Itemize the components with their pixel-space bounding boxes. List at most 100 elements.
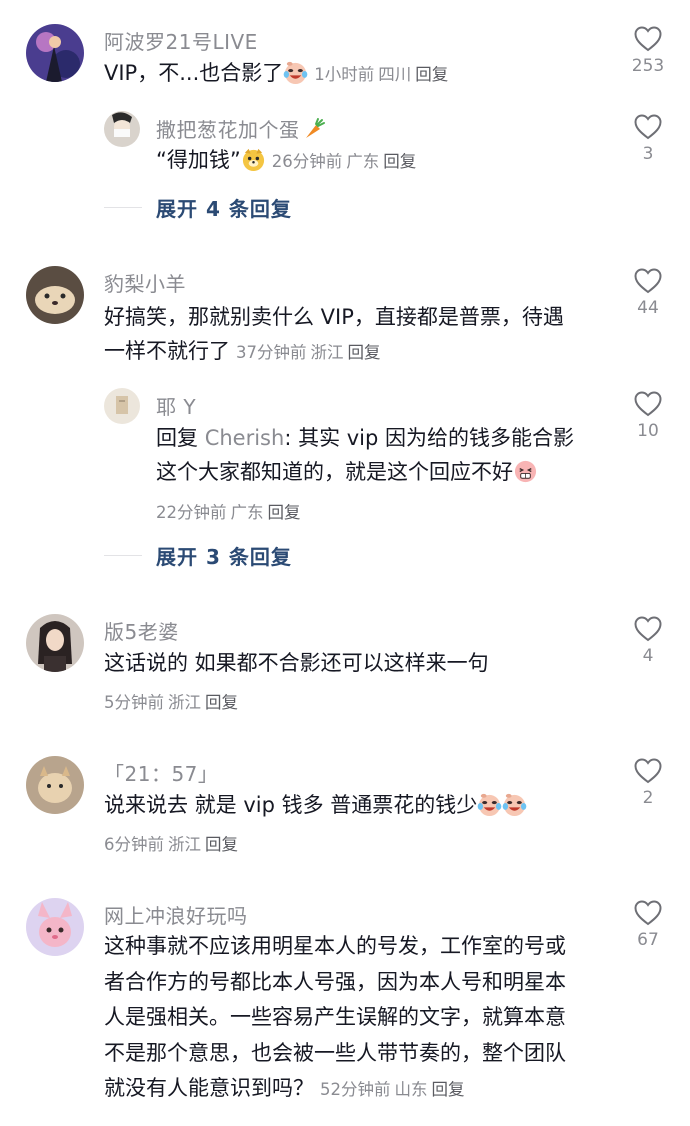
reply-button[interactable]: 回复 [205, 693, 238, 712]
avatar[interactable] [26, 756, 84, 814]
comment-line-last: 一样不就行了 37分钟前 浙江 回复 [104, 334, 614, 370]
avatar[interactable] [104, 111, 140, 147]
comment-line: 就没有人能意识到吗？ [104, 1076, 314, 1100]
laughing-crying-face-icon [502, 792, 527, 817]
expand-replies-button[interactable]: 展开 4 条回复 [104, 193, 292, 222]
reply-button[interactable]: 回复 [205, 835, 238, 854]
like-button[interactable]: 2 [618, 758, 678, 808]
reply-location: 广东 [230, 503, 264, 522]
expand-replies-button[interactable]: 展开 3 条回复 [104, 541, 292, 570]
like-count: 67 [637, 930, 659, 950]
embarrassed-face-icon [513, 459, 538, 484]
like-count: 44 [637, 298, 659, 318]
reply-button[interactable]: 回复 [383, 152, 416, 171]
username[interactable]: 豹梨小羊 [104, 268, 186, 297]
like-count: 4 [642, 646, 654, 666]
heart-outline-icon [634, 391, 662, 417]
reply-time: 22分钟前 [156, 503, 227, 522]
reply-button[interactable]: 回复 [432, 1080, 465, 1099]
reply-location: 广东 [346, 152, 380, 171]
comment-time: 5分钟前 [104, 693, 164, 712]
heart-outline-icon [634, 900, 662, 926]
like-count: 2 [642, 788, 654, 808]
comment-time: 1小时前 [314, 65, 375, 84]
avatar[interactable] [26, 898, 84, 956]
comment-text: 这种事就不应该用明星本人的号发，工作室的号或 者合作方的号都比本人号强，因为本人… [104, 929, 614, 1108]
heart-outline-icon [634, 268, 662, 294]
username[interactable]: 版5老婆 [104, 616, 179, 645]
doge-face-icon [241, 147, 266, 172]
comment-line: 好搞笑，那就别卖什么 VIP，直接都是普票，待遇 [104, 305, 564, 329]
comment-location: 四川 [378, 65, 412, 84]
reply-button[interactable]: 回复 [415, 65, 448, 84]
like-button[interactable]: 3 [618, 114, 678, 164]
reply-content: 这个大家都知道的，就是这个回应不好 [156, 460, 513, 484]
expand-replies-label: 展开 3 条回复 [156, 545, 292, 569]
comment-line: 这种事就不应该用明星本人的号发，工作室的号或 [104, 934, 566, 958]
comment-time: 37分钟前 [236, 343, 307, 362]
heart-outline-icon [634, 616, 662, 642]
comment-text: 这话说的 如果都不合影还可以这样来一句 [104, 651, 489, 675]
comment-time: 6分钟前 [104, 835, 164, 854]
avatar[interactable] [26, 266, 84, 324]
like-button[interactable]: 253 [618, 26, 678, 76]
like-count: 10 [637, 421, 659, 441]
reply-content: “得加钱” [156, 148, 241, 172]
reply-username[interactable]: 撒把葱花加个蛋 [156, 114, 326, 143]
avatar[interactable] [26, 614, 84, 672]
like-count: 3 [642, 144, 654, 164]
like-count: 253 [631, 56, 665, 76]
comment-meta: 52分钟前 山东 回复 [320, 1080, 469, 1099]
divider [104, 207, 142, 208]
username[interactable]: 网上冲浪好玩吗 [104, 900, 248, 929]
like-button[interactable]: 4 [618, 616, 678, 666]
comment-content: 说来说去 就是 vip 钱多 普通票花的钱少 [104, 793, 478, 817]
comment-line: 人是强相关。一些容易产生误解的文字，就算本意 [104, 1005, 566, 1029]
comment-meta: 6分钟前 浙江 回复 [104, 831, 242, 855]
heart-outline-icon [634, 114, 662, 140]
comment-line: 不是那个意思，也会被一些人带节奏的，整个团队 [104, 1040, 566, 1065]
reply-meta: 26分钟前 广东 回复 [272, 152, 421, 171]
comment-line: 一样不就行了 [104, 339, 230, 363]
username[interactable]: 阿波罗21号LIVE [104, 26, 258, 55]
like-button[interactable]: 67 [618, 900, 678, 950]
reply-text: “得加钱” 26分钟前 广东 回复 [156, 143, 420, 179]
laughing-crying-face-icon [477, 792, 502, 817]
reply-line: 这个大家都知道的，就是这个回应不好 [156, 455, 606, 489]
avatar[interactable] [26, 24, 84, 82]
comment-location: 浙江 [168, 835, 201, 854]
avatar[interactable] [104, 388, 140, 424]
comment-location: 浙江 [310, 343, 344, 362]
divider [104, 555, 142, 556]
reply-target-user[interactable]: Cherish [205, 426, 285, 450]
reply-line: 回复 Cherish: 其实 vip 因为给的钱多能合影 [156, 421, 606, 455]
comment-meta: 37分钟前 浙江 回复 [236, 343, 385, 362]
comment-meta: 5分钟前 浙江 回复 [104, 689, 242, 713]
comment-line-last: 就没有人能意识到吗？ 52分钟前 山东 回复 [104, 1071, 614, 1108]
reply-button[interactable]: 回复 [348, 343, 381, 362]
comment-time: 52分钟前 [320, 1080, 391, 1099]
comment-text: VIP，不...也合影了 1小时前 四川 回复 [104, 56, 452, 92]
comment-text: 好搞笑，那就别卖什么 VIP，直接都是普票，待遇 一样不就行了 37分钟前 浙江 回复 [104, 300, 614, 370]
comment-location: 山东 [394, 1080, 428, 1099]
like-button[interactable]: 44 [618, 268, 678, 318]
reply-button[interactable]: 回复 [268, 503, 301, 522]
reply-text: 回复 Cherish: 其实 vip 因为给的钱多能合影 这个大家都知道的，就是… [156, 421, 606, 489]
heart-outline-icon [634, 26, 662, 52]
comment-location: 浙江 [168, 693, 201, 712]
like-button[interactable]: 10 [618, 391, 678, 441]
reply-meta: 22分钟前 广东 回复 [156, 499, 305, 523]
reply-time: 26分钟前 [271, 152, 343, 171]
heart-outline-icon [634, 758, 662, 784]
comment-line: 者合作方的号都比本人号强，因为本人号和明星本 [104, 969, 566, 994]
comment-text: 说来说去 就是 vip 钱多 普通票花的钱少 [104, 788, 527, 822]
reply-prefix: 回复 [156, 426, 198, 450]
laughing-crying-face-icon [283, 60, 308, 85]
expand-replies-label: 展开 4 条回复 [156, 197, 292, 221]
reply-username[interactable]: 耶 Y [156, 391, 196, 420]
comment-meta: 1小时前 四川 回复 [314, 65, 452, 84]
reply-content: : 其实 vip 因为给的钱多能合影 [284, 426, 575, 450]
comment-content: VIP，不...也合影了 [104, 61, 284, 85]
username[interactable]: 「21：57」 [104, 758, 218, 787]
carrot-icon [302, 117, 326, 141]
